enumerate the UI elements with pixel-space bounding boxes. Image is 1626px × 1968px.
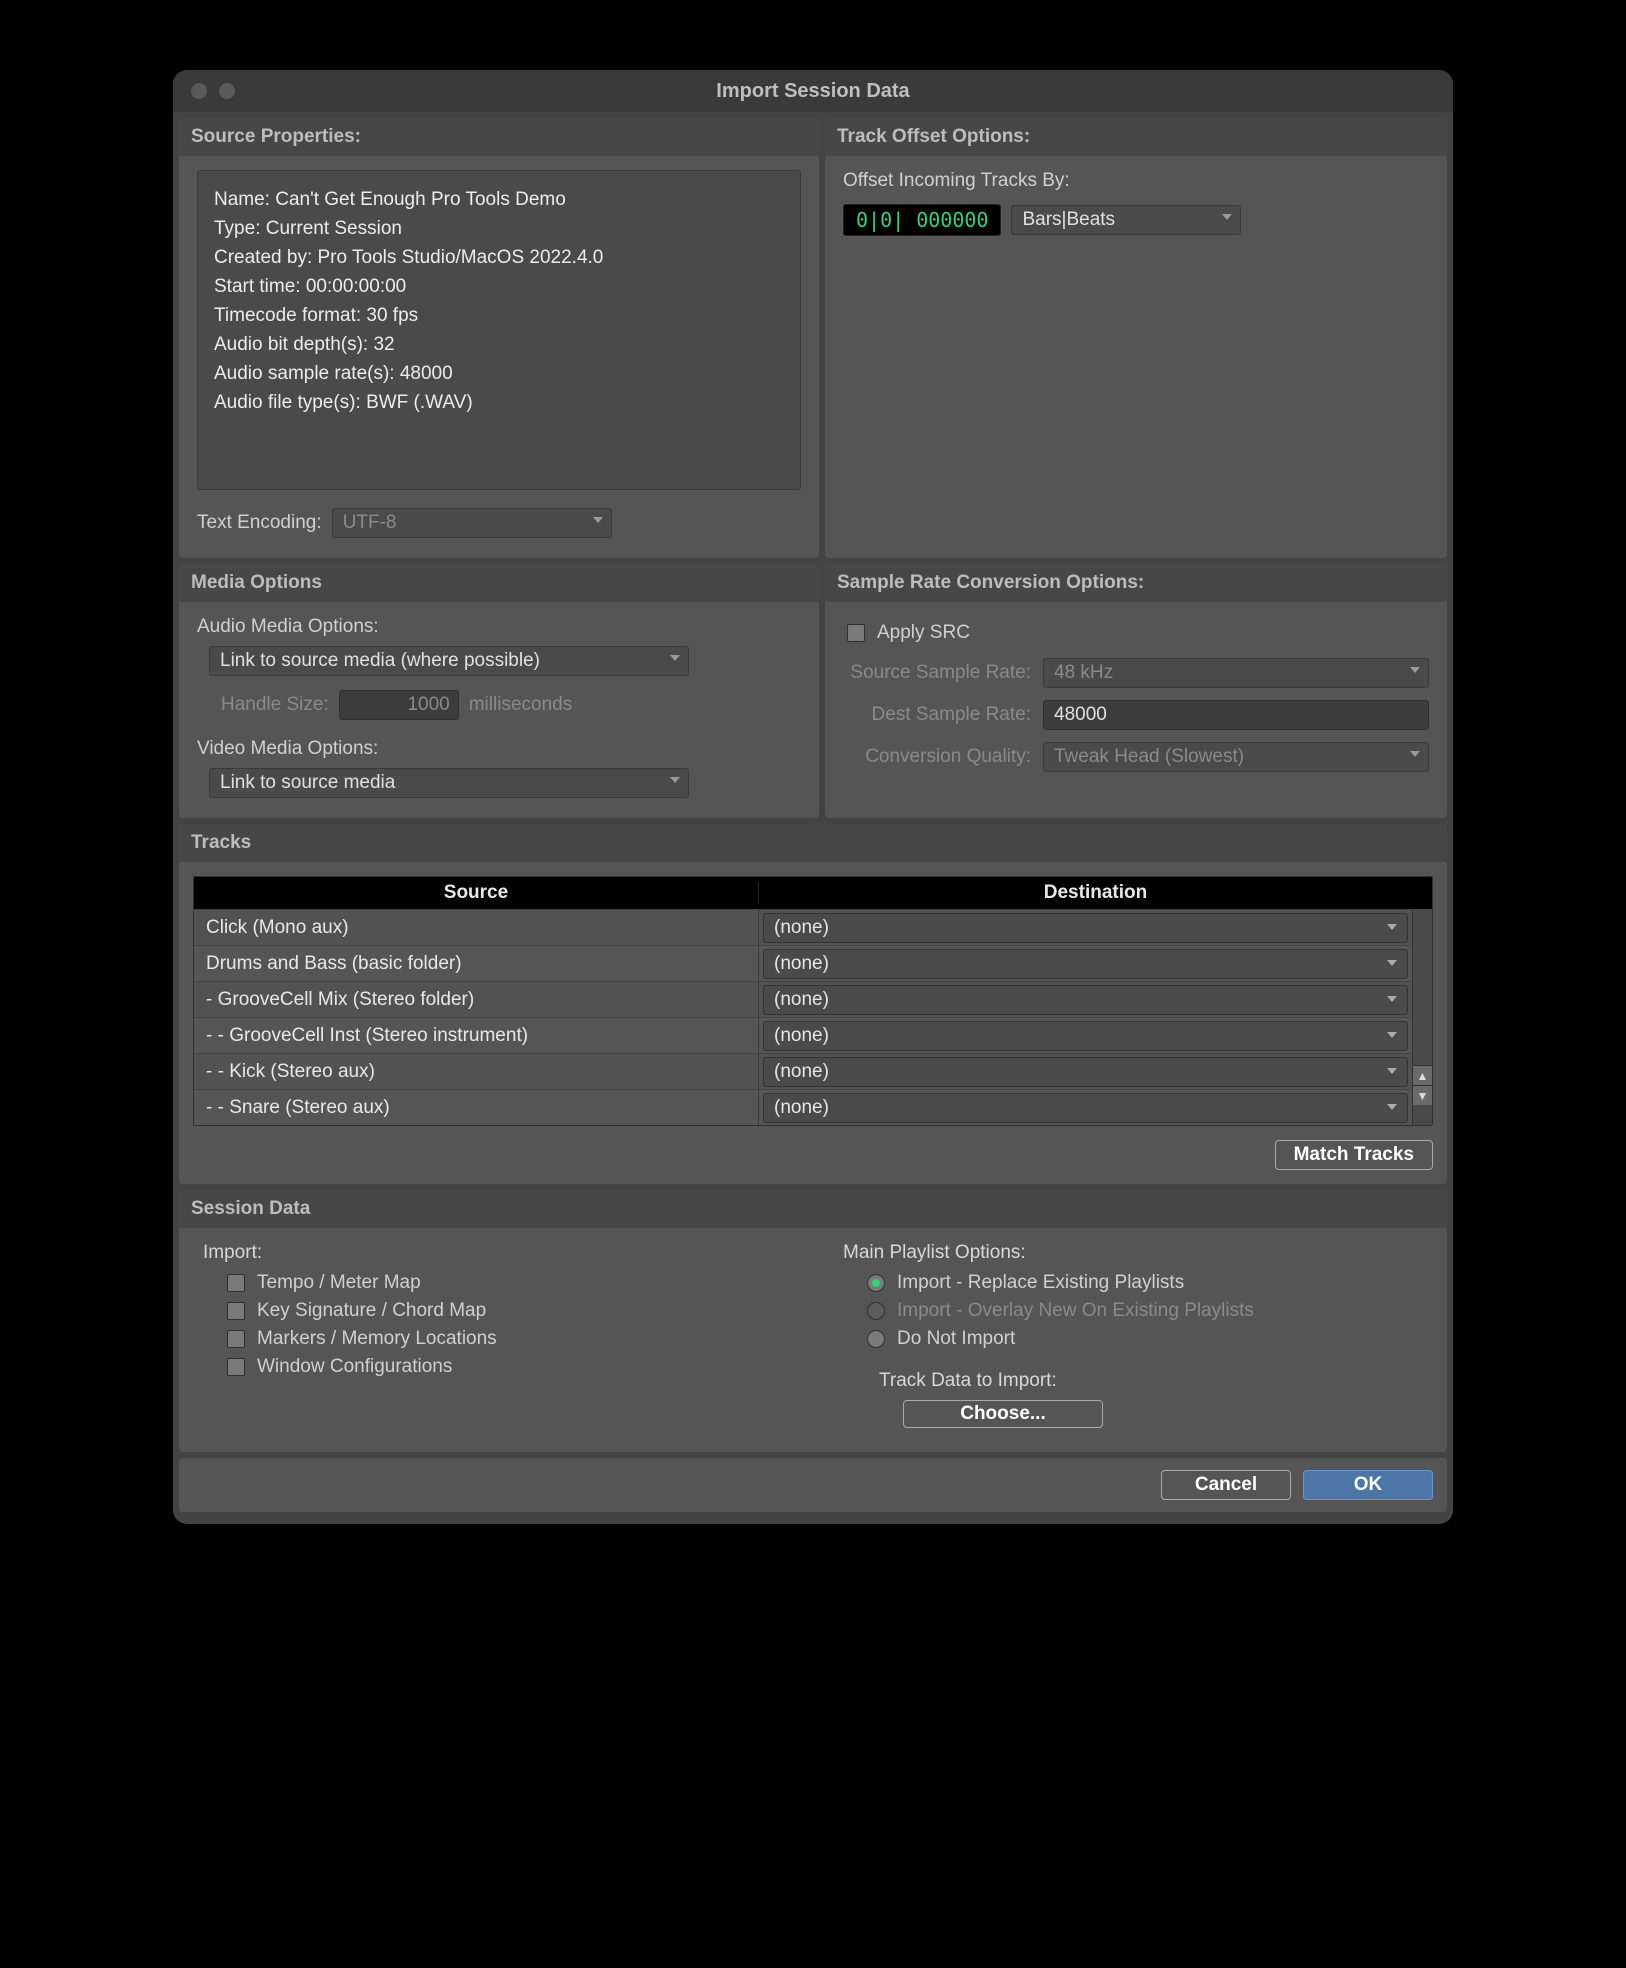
source-properties-panel: Source Properties: Name: Can't Get Enoug… [179,118,819,558]
key-sig-label: Key Signature / Chord Map [257,1300,486,1322]
table-row[interactable]: Click (Mono aux)(none) [194,909,1412,945]
track-source-cell: - - Snare (Stereo aux) [194,1090,759,1125]
track-source-cell: - - GrooveCell Inst (Stereo instrument) [194,1018,759,1053]
table-row[interactable]: Drums and Bass (basic folder)(none) [194,945,1412,981]
panel-header: Source Properties: [179,118,819,156]
playlist-overlay-label: Import - Overlay New On Existing Playlis… [897,1300,1254,1322]
source-rate-label: Source Sample Rate: [843,662,1043,684]
track-offset-panel: Track Offset Options: Offset Incoming Tr… [825,118,1447,558]
track-source-cell: Drums and Bass (basic folder) [194,946,759,981]
playlist-donot-label: Do Not Import [897,1328,1015,1350]
panel-header: Track Offset Options: [825,118,1447,156]
window-config-label: Window Configurations [257,1356,452,1378]
scroll-down-icon[interactable]: ▼ [1413,1085,1433,1105]
track-source-cell: - - Kick (Stereo aux) [194,1054,759,1089]
src-type: Type: Current Session [214,214,784,243]
src-ftype: Audio file type(s): BWF (.WAV) [214,388,784,417]
track-destination-select[interactable]: (none) [763,985,1408,1015]
dialog-footer: Cancel OK [179,1458,1447,1512]
media-options-panel: Media Options Audio Media Options: Link … [179,564,819,818]
src-bits: Audio bit depth(s): 32 [214,330,784,359]
handle-unit-label: milliseconds [469,694,572,716]
audio-media-select[interactable]: Link to source media (where possible) [209,646,689,676]
markers-label: Markers / Memory Locations [257,1328,497,1350]
scroll-up-icon[interactable]: ▲ [1413,1065,1433,1085]
table-row[interactable]: - - Snare (Stereo aux)(none) [194,1089,1412,1125]
offset-label: Offset Incoming Tracks By: [843,170,1429,192]
tempo-map-label: Tempo / Meter Map [257,1272,421,1294]
choose-button[interactable]: Choose... [903,1400,1103,1428]
titlebar: Import Session Data [173,70,1453,112]
close-icon[interactable] [191,83,207,99]
track-data-label: Track Data to Import: [867,1370,1423,1392]
column-destination: Destination [759,882,1432,904]
table-row[interactable]: - - GrooveCell Inst (Stereo instrument)(… [194,1017,1412,1053]
video-media-select[interactable]: Link to source media [209,768,689,798]
quality-label: Conversion Quality: [843,746,1043,768]
panel-header: Session Data [179,1190,1447,1228]
src-name: Name: Can't Get Enough Pro Tools Demo [214,185,784,214]
tracks-panel: Tracks Source Destination Click (Mono au… [179,824,1447,1184]
quality-select[interactable]: Tweak Head (Slowest) [1043,742,1429,772]
session-data-panel: Session Data Import: Tempo / Meter Map K… [179,1190,1447,1452]
table-row[interactable]: - - Kick (Stereo aux)(none) [194,1053,1412,1089]
panel-header: Tracks [179,824,1447,862]
key-sig-checkbox[interactable] [227,1302,245,1320]
window-config-checkbox[interactable] [227,1358,245,1376]
import-session-dialog: Import Session Data Source Properties: N… [173,70,1453,1524]
playlist-replace-radio[interactable] [867,1274,885,1292]
apply-src-label: Apply SRC [877,622,970,644]
column-source: Source [194,882,759,904]
offset-value-input[interactable]: 0|0| 000000 [843,204,1001,236]
track-destination-select[interactable]: (none) [763,913,1408,943]
table-row[interactable]: - GrooveCell Mix (Stereo folder)(none) [194,981,1412,1017]
tracks-table: Source Destination Click (Mono aux)(none… [193,876,1433,1126]
src-start: Start time: 00:00:00:00 [214,272,784,301]
traffic-lights [173,83,235,99]
track-destination-select[interactable]: (none) [763,1021,1408,1051]
playlist-replace-label: Import - Replace Existing Playlists [897,1272,1184,1294]
playlist-overlay-radio [867,1302,885,1320]
apply-src-checkbox[interactable] [847,624,865,642]
track-destination-select[interactable]: (none) [763,1057,1408,1087]
scrollbar[interactable]: ▲ ▼ [1412,909,1432,1125]
playlist-donot-radio[interactable] [867,1330,885,1348]
panel-header: Sample Rate Conversion Options: [825,564,1447,602]
dest-rate-label: Dest Sample Rate: [843,704,1043,726]
text-encoding-select[interactable]: UTF-8 [332,508,612,538]
handle-size-input[interactable] [339,690,459,720]
source-rate-select[interactable]: 48 kHz [1043,658,1429,688]
tempo-map-checkbox[interactable] [227,1274,245,1292]
playlist-options-label: Main Playlist Options: [843,1242,1423,1264]
video-media-label: Video Media Options: [197,738,801,760]
track-destination-select[interactable]: (none) [763,949,1408,979]
audio-media-label: Audio Media Options: [197,616,801,638]
handle-size-label: Handle Size: [221,694,329,716]
track-source-cell: Click (Mono aux) [194,910,759,945]
match-tracks-button[interactable]: Match Tracks [1275,1140,1433,1170]
ok-button[interactable]: OK [1303,1470,1433,1500]
import-label: Import: [203,1242,783,1264]
cancel-button[interactable]: Cancel [1161,1470,1291,1500]
src-conversion-panel: Sample Rate Conversion Options: Apply SR… [825,564,1447,818]
src-tc: Timecode format: 30 fps [214,301,784,330]
markers-checkbox[interactable] [227,1330,245,1348]
offset-unit-select[interactable]: Bars|Beats [1011,205,1241,235]
source-properties-text: Name: Can't Get Enough Pro Tools Demo Ty… [197,170,801,490]
track-source-cell: - GrooveCell Mix (Stereo folder) [194,982,759,1017]
minimize-icon[interactable] [219,83,235,99]
src-rate: Audio sample rate(s): 48000 [214,359,784,388]
src-created: Created by: Pro Tools Studio/MacOS 2022.… [214,243,784,272]
panel-header: Media Options [179,564,819,602]
track-destination-select[interactable]: (none) [763,1093,1408,1123]
window-title: Import Session Data [173,80,1453,103]
dest-rate-input[interactable] [1043,700,1429,730]
text-encoding-label: Text Encoding: [197,512,322,534]
